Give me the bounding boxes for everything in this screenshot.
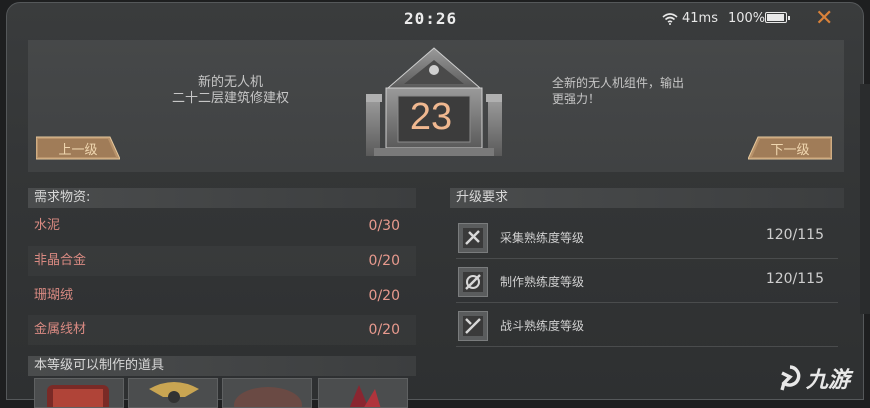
next-level-button[interactable]: 下一级 xyxy=(748,135,832,161)
material-name: 珊瑚绒 xyxy=(34,288,74,303)
requirement-name: 战斗熟练度等级 xyxy=(500,319,585,333)
unlock-line-2: 二十二层建筑修建权 xyxy=(172,91,290,106)
watermark-logo: 九游 xyxy=(778,362,850,394)
clock: 20:26 xyxy=(404,9,458,28)
network-status: 41ms 100% xyxy=(662,11,765,26)
upgrade-description: 全新的无人机组件，输出 更强力！ xyxy=(552,75,684,107)
material-name: 水泥 xyxy=(34,218,61,233)
nine-game-logo-icon xyxy=(780,365,801,391)
wifi-icon xyxy=(662,12,678,25)
upgrade-line-2: 更强力！ xyxy=(552,92,601,106)
craftable-item-slot[interactable] xyxy=(34,378,124,408)
side-edge xyxy=(860,84,870,314)
row-divider xyxy=(456,302,838,303)
requirement-value: 120/115 xyxy=(765,227,824,243)
material-count: 0/20 xyxy=(368,288,400,304)
watermark-text: 九游 xyxy=(806,368,851,393)
battery-percent: 100% xyxy=(727,11,766,26)
material-count: 0/20 xyxy=(368,322,400,338)
materials-header: 需求物资: xyxy=(28,188,416,208)
craftable-item-slot[interactable] xyxy=(318,378,408,408)
requirement-name: 制作熟练度等级 xyxy=(500,275,585,289)
material-name: 非晶合金 xyxy=(34,253,87,268)
requirement-row: 战斗熟练度等级 xyxy=(456,307,836,345)
status-bar: 20:26 41ms 100% ✕ xyxy=(0,0,870,36)
next-level-label: 下一级 xyxy=(770,142,810,158)
unlock-description: 新的无人机 二十二层建筑修建权 xyxy=(172,75,289,107)
material-name: 金属线材 xyxy=(34,322,87,337)
material-count: 0/20 xyxy=(368,253,400,269)
material-count: 0/30 xyxy=(368,218,400,234)
unlock-line-1: 新的无人机 xyxy=(198,75,264,90)
row-divider xyxy=(456,258,838,259)
battery-icon xyxy=(765,12,790,23)
combat-icon xyxy=(458,311,488,341)
requirement-row: 采集熟练度等级 120/115 xyxy=(456,219,836,257)
material-row: 水泥 0/30 xyxy=(28,211,416,241)
craftable-header: 本等级可以制作的道具 xyxy=(28,356,416,376)
craft-icon xyxy=(458,267,488,297)
ping-value: 41ms xyxy=(682,11,718,26)
row-divider xyxy=(456,346,838,347)
craftable-item-slot[interactable] xyxy=(128,378,218,408)
requirements-header: 升级要求 xyxy=(450,188,844,208)
close-icon[interactable]: ✕ xyxy=(815,6,833,31)
level-number: 23 xyxy=(409,96,453,138)
craftable-item-slot[interactable] xyxy=(222,378,312,408)
requirement-row: 制作熟练度等级 120/115 xyxy=(456,263,836,301)
requirement-name: 采集熟练度等级 xyxy=(500,231,585,245)
requirement-value: 120/115 xyxy=(765,271,824,287)
material-row: 非晶合金 0/20 xyxy=(28,246,416,276)
material-row: 珊瑚绒 0/20 xyxy=(28,281,416,311)
gather-icon xyxy=(458,223,488,253)
material-row: 金属线材 0/20 xyxy=(28,315,416,345)
previous-level-label: 上一级 xyxy=(58,142,98,158)
upgrade-line-1: 全新的无人机组件，输出 xyxy=(552,76,685,90)
previous-level-button[interactable]: 上一级 xyxy=(36,135,120,161)
